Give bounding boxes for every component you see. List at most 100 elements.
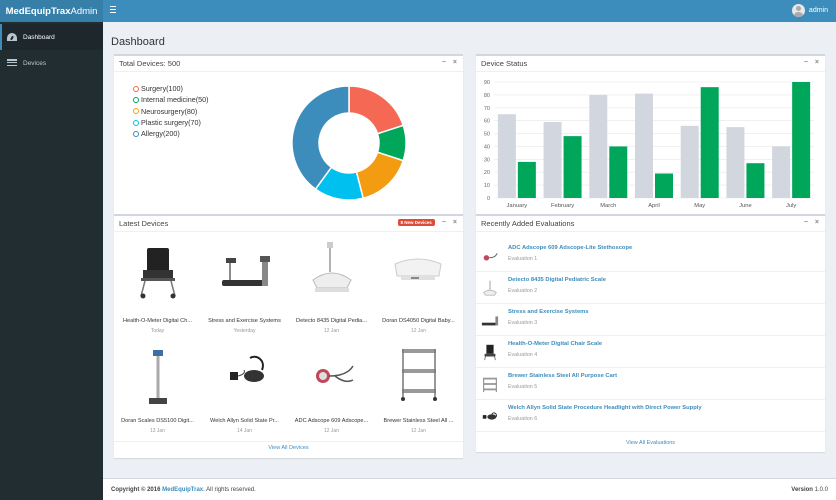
y-tick-label: 70: [484, 106, 490, 112]
evaluation-title[interactable]: Health-O-Meter Digital Chair Scale: [508, 341, 602, 347]
view-all-evaluations-link[interactable]: View All Evaluations: [476, 440, 825, 446]
box-tools: − ×: [804, 59, 819, 66]
sidebar-item-dashboard[interactable]: Dashboard: [0, 24, 103, 50]
treadmill-thumbnail: [481, 316, 499, 326]
device-card[interactable]: Health-O-Meter Digital Ch... Today: [114, 234, 201, 334]
bar-june-series-1: [726, 127, 745, 198]
bar-february-series-2: [563, 136, 582, 198]
x-tick-label: April: [648, 203, 660, 209]
evaluation-title[interactable]: Welch Allyn Solid State Procedure Headli…: [508, 405, 702, 411]
close-icon[interactable]: ×: [453, 219, 457, 226]
evaluation-subtitle: Evaluation 1: [508, 256, 538, 262]
evaluation-item[interactable]: Detecto 8435 Digital Pediatric Scale Eva…: [476, 272, 825, 304]
legend-item: Allergy(200): [133, 128, 209, 139]
device-date: 12 Jan: [410, 428, 426, 434]
new-devices-badge: 8 New Devices: [397, 219, 435, 226]
legend-circle-icon: [133, 130, 139, 137]
evaluation-title[interactable]: Stress and Exercise Systems: [508, 309, 589, 315]
box-tools: 8 New Devices − ×: [397, 219, 457, 226]
legend-label: Allergy(200): [141, 129, 180, 139]
evaluations-box: Recently Added Evaluations − × ADC Adsco…: [476, 214, 825, 452]
version-number: 1.0.0: [812, 486, 828, 493]
bar-april-series-2: [655, 173, 673, 198]
cart-thumbnail: [483, 377, 497, 393]
close-icon[interactable]: ×: [815, 59, 819, 66]
sidebar-toggle-icon[interactable]: [110, 6, 116, 15]
evaluation-item[interactable]: Health-O-Meter Digital Chair Scale Evalu…: [476, 336, 825, 368]
box-header: Device Status − ×: [476, 56, 825, 72]
legend-circle-icon: [133, 108, 139, 115]
user-menu[interactable]: admin: [791, 4, 828, 17]
device-date: 14 Jan: [236, 428, 252, 434]
evaluation-item[interactable]: Welch Allyn Solid State Procedure Headli…: [476, 400, 825, 432]
device-card[interactable]: Stress and Exercise Systems Yesterday: [201, 234, 288, 334]
dashboard-icon: [7, 33, 17, 41]
view-all-devices-link[interactable]: View All Devices: [114, 445, 463, 451]
box-title: Recently Added Evaluations: [481, 219, 575, 228]
bar-january-series-2: [517, 161, 536, 198]
legend-circle-icon: [133, 85, 139, 92]
minimize-icon[interactable]: −: [442, 59, 446, 66]
legend-item: Surgery(100): [133, 83, 209, 94]
device-card[interactable]: ADC Adscope 609 Adscope... 12 Jan: [288, 334, 375, 434]
box-tools: − ×: [442, 59, 457, 66]
device-name: Detecto 8435 Digital Pedia...: [296, 318, 367, 324]
bar-june-series-2: [746, 163, 765, 198]
evaluation-title[interactable]: Detecto 8435 Digital Pediatric Scale: [508, 277, 606, 283]
evaluation-item[interactable]: Brewer Stainless Steel All Purpose Cart …: [476, 368, 825, 400]
device-card[interactable]: Brewer Stainless Steel All ... 12 Jan: [375, 334, 462, 434]
sidebar-item-devices[interactable]: Devices: [0, 50, 103, 76]
box-title: Latest Devices: [119, 219, 169, 228]
treadmill-image: [222, 256, 270, 286]
device-card[interactable]: Doran DS4050 Digital Baby... 12 Jan: [375, 234, 462, 334]
pie-legend: Surgery(100) Internal medicine(50) Neuro…: [133, 83, 209, 139]
footer-brand-link[interactable]: MedEquipTrax: [162, 487, 203, 493]
evaluation-item[interactable]: ADC Adscope 609 Adscope-Lite Stethoscope…: [476, 240, 825, 272]
chair-scale-thumbnail: [484, 344, 496, 361]
y-tick-label: 50: [484, 132, 490, 138]
evaluation-title[interactable]: Brewer Stainless Steel All Purpose Cart: [508, 373, 617, 379]
evaluation-title[interactable]: ADC Adscope 609 Adscope-Lite Stethoscope: [508, 245, 632, 251]
y-tick-label: 40: [484, 144, 490, 150]
user-name: admin: [808, 7, 828, 14]
y-tick-label: 80: [484, 93, 490, 99]
content: Dashboard Total Devices: 500 − × Surgery…: [103, 22, 836, 478]
minimize-icon[interactable]: −: [442, 219, 446, 226]
devices-icon: [7, 59, 17, 67]
x-tick-label: March: [600, 203, 616, 209]
column-scale-image: [149, 350, 167, 404]
bar-march-series-2: [609, 146, 628, 198]
legend-label: Surgery(100): [141, 84, 183, 94]
close-icon[interactable]: ×: [815, 219, 819, 226]
y-tick-label: 90: [484, 80, 490, 86]
x-tick-label: July: [786, 203, 796, 209]
device-card[interactable]: Detecto 8435 Digital Pedia... 12 Jan: [288, 234, 375, 334]
total-devices-box: Total Devices: 500 − × Surgery(100) Inte…: [114, 54, 463, 216]
evaluation-subtitle: Evaluation 4: [508, 352, 538, 358]
sidebar: Dashboard Devices: [0, 22, 103, 500]
logo-bold: MedEquipTrax: [5, 5, 71, 17]
device-card[interactable]: Welch Allyn Solid State Pr... 14 Jan: [201, 334, 288, 434]
device-date: 12 Jan: [323, 428, 339, 434]
navbar: admin: [103, 0, 836, 22]
minimize-icon[interactable]: −: [804, 219, 808, 226]
close-icon[interactable]: ×: [453, 59, 457, 66]
device-card[interactable]: Doran Scales DS5100 Digit... 13 Jan: [114, 334, 201, 434]
device-name: Doran DS4050 Digital Baby...: [382, 318, 455, 324]
box-header: Total Devices: 500 − ×: [114, 56, 463, 72]
chair-scale-image: [140, 248, 176, 299]
minimize-icon[interactable]: −: [804, 59, 808, 66]
cart-image: [401, 349, 437, 401]
y-tick-label: 60: [484, 119, 490, 125]
page-title: Dashboard: [111, 36, 165, 48]
app-logo[interactable]: MedEquipTrax Admin: [0, 0, 103, 22]
x-tick-label: June: [739, 203, 752, 209]
legend-label: Neurosurgery(80): [141, 106, 198, 116]
evaluation-item[interactable]: Stress and Exercise Systems Evaluation 3: [476, 304, 825, 336]
device-name: Welch Allyn Solid State Pr...: [210, 418, 279, 424]
top-bar: MedEquipTrax Admin admin: [0, 0, 836, 22]
device-status-box: Device Status − × 0 10 20 30 40 50 60 70 80 90 Jan…: [476, 54, 825, 216]
bar-july-series-2: [792, 82, 811, 198]
sidebar-item-label: Devices: [23, 59, 47, 67]
box-footer-divider: [114, 441, 463, 442]
